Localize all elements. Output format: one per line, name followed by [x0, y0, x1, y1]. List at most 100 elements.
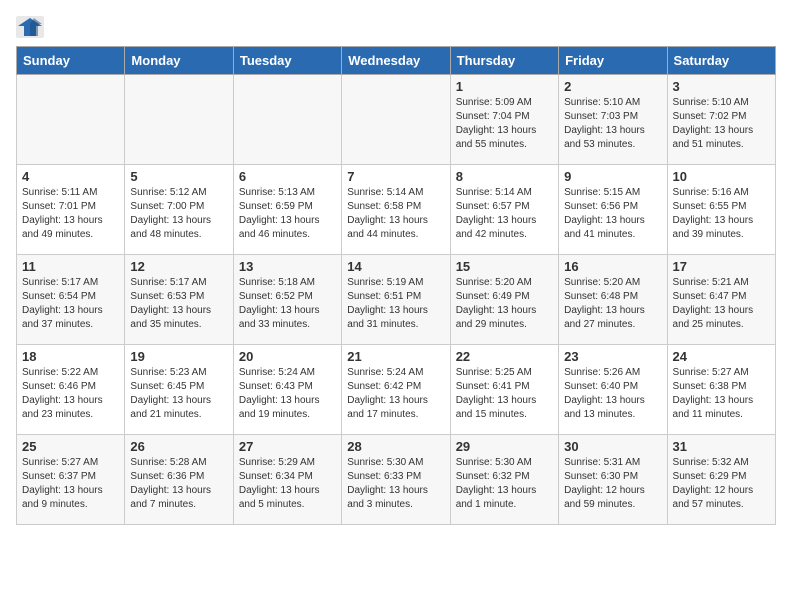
- header-row: SundayMondayTuesdayWednesdayThursdayFrid…: [17, 47, 776, 75]
- calendar-cell: 19 Sunrise: 5:23 AM Sunset: 6:45 PM Dayli…: [125, 345, 233, 435]
- cell-info: Sunrise: 5:14 AM Sunset: 6:57 PM Dayligh…: [456, 186, 553, 242]
- day-number: 24: [673, 349, 770, 364]
- day-number: 4: [22, 169, 119, 184]
- day-number: 5: [130, 169, 227, 184]
- day-header-saturday: Saturday: [667, 47, 775, 75]
- day-number: 30: [564, 439, 661, 454]
- cell-info: Sunrise: 5:31 AM Sunset: 6:30 PM Dayligh…: [564, 456, 661, 512]
- calendar-cell: 31 Sunrise: 5:32 AM Sunset: 6:29 PM Dayli…: [667, 435, 775, 525]
- day-number: 28: [347, 439, 444, 454]
- calendar-cell: 30 Sunrise: 5:31 AM Sunset: 6:30 PM Dayli…: [559, 435, 667, 525]
- calendar-cell: 18 Sunrise: 5:22 AM Sunset: 6:46 PM Dayli…: [17, 345, 125, 435]
- day-header-wednesday: Wednesday: [342, 47, 450, 75]
- cell-info: Sunrise: 5:16 AM Sunset: 6:55 PM Dayligh…: [673, 186, 770, 242]
- day-number: 12: [130, 259, 227, 274]
- calendar-cell: 20Sunrise: 5:24 AM Sunset: 6:43 PM Dayli…: [233, 345, 341, 435]
- week-row-4: 18 Sunrise: 5:22 AM Sunset: 6:46 PM Dayli…: [17, 345, 776, 435]
- cell-info: Sunrise: 5:15 AM Sunset: 6:56 PM Dayligh…: [564, 186, 661, 242]
- calendar-cell: 3 Sunrise: 5:10 AM Sunset: 7:02 PM Daylig…: [667, 75, 775, 165]
- calendar-cell: 24 Sunrise: 5:27 AM Sunset: 6:38 PM Dayli…: [667, 345, 775, 435]
- calendar-cell: [342, 75, 450, 165]
- calendar-cell: 4 Sunrise: 5:11 AM Sunset: 7:01 PM Daylig…: [17, 165, 125, 255]
- calendar-cell: 27 Sunrise: 5:29 AM Sunset: 6:34 PM Dayli…: [233, 435, 341, 525]
- cell-info: Sunrise: 5:23 AM Sunset: 6:45 PM Dayligh…: [130, 366, 227, 422]
- cell-info: Sunrise: 5:10 AM Sunset: 7:03 PM Dayligh…: [564, 96, 661, 152]
- day-number: 10: [673, 169, 770, 184]
- day-number: 3: [673, 79, 770, 94]
- day-number: 19: [130, 349, 227, 364]
- day-number: 6: [239, 169, 336, 184]
- cell-info: Sunrise: 5:10 AM Sunset: 7:02 PM Dayligh…: [673, 96, 770, 152]
- day-number: 27: [239, 439, 336, 454]
- cell-info: Sunrise: 5:32 AM Sunset: 6:29 PM Dayligh…: [673, 456, 770, 512]
- calendar-cell: 26Sunrise: 5:28 AM Sunset: 6:36 PM Dayli…: [125, 435, 233, 525]
- week-row-2: 4 Sunrise: 5:11 AM Sunset: 7:01 PM Daylig…: [17, 165, 776, 255]
- day-number: 1: [456, 79, 553, 94]
- day-number: 16: [564, 259, 661, 274]
- calendar-cell: 6 Sunrise: 5:13 AM Sunset: 6:59 PM Daylig…: [233, 165, 341, 255]
- header: [16, 16, 776, 38]
- cell-info: Sunrise: 5:20 AM Sunset: 6:48 PM Dayligh…: [564, 276, 661, 332]
- day-number: 9: [564, 169, 661, 184]
- day-number: 2: [564, 79, 661, 94]
- calendar-cell: 17 Sunrise: 5:21 AM Sunset: 6:47 PM Dayli…: [667, 255, 775, 345]
- cell-info: Sunrise: 5:20 AM Sunset: 6:49 PM Dayligh…: [456, 276, 553, 332]
- calendar-cell: 28 Sunrise: 5:30 AM Sunset: 6:33 PM Dayli…: [342, 435, 450, 525]
- day-number: 11: [22, 259, 119, 274]
- cell-info: Sunrise: 5:30 AM Sunset: 6:33 PM Dayligh…: [347, 456, 444, 512]
- cell-info: Sunrise: 5:21 AM Sunset: 6:47 PM Dayligh…: [673, 276, 770, 332]
- cell-info: Sunrise: 5:17 AM Sunset: 6:54 PM Dayligh…: [22, 276, 119, 332]
- cell-info: Sunrise: 5:18 AM Sunset: 6:52 PM Dayligh…: [239, 276, 336, 332]
- day-header-monday: Monday: [125, 47, 233, 75]
- cell-info: Sunrise: 5:22 AM Sunset: 6:46 PM Dayligh…: [22, 366, 119, 422]
- day-number: 29: [456, 439, 553, 454]
- calendar-cell: 25Sunrise: 5:27 AM Sunset: 6:37 PM Dayli…: [17, 435, 125, 525]
- calendar-cell: 10 Sunrise: 5:16 AM Sunset: 6:55 PM Dayli…: [667, 165, 775, 255]
- week-row-3: 11 Sunrise: 5:17 AM Sunset: 6:54 PM Dayli…: [17, 255, 776, 345]
- cell-info: Sunrise: 5:30 AM Sunset: 6:32 PM Dayligh…: [456, 456, 553, 512]
- cell-info: Sunrise: 5:12 AM Sunset: 7:00 PM Dayligh…: [130, 186, 227, 242]
- day-number: 18: [22, 349, 119, 364]
- cell-info: Sunrise: 5:14 AM Sunset: 6:58 PM Dayligh…: [347, 186, 444, 242]
- calendar-cell: 11 Sunrise: 5:17 AM Sunset: 6:54 PM Dayli…: [17, 255, 125, 345]
- calendar-cell: 5 Sunrise: 5:12 AM Sunset: 7:00 PM Daylig…: [125, 165, 233, 255]
- cell-info: Sunrise: 5:24 AM Sunset: 6:42 PM Dayligh…: [347, 366, 444, 422]
- day-header-tuesday: Tuesday: [233, 47, 341, 75]
- day-header-sunday: Sunday: [17, 47, 125, 75]
- day-header-thursday: Thursday: [450, 47, 558, 75]
- calendar-cell: 2 Sunrise: 5:10 AM Sunset: 7:03 PM Daylig…: [559, 75, 667, 165]
- cell-info: Sunrise: 5:29 AM Sunset: 6:34 PM Dayligh…: [239, 456, 336, 512]
- cell-info: Sunrise: 5:27 AM Sunset: 6:38 PM Dayligh…: [673, 366, 770, 422]
- cell-info: Sunrise: 5:19 AM Sunset: 6:51 PM Dayligh…: [347, 276, 444, 332]
- calendar-cell: 1Sunrise: 5:09 AM Sunset: 7:04 PM Daylig…: [450, 75, 558, 165]
- cell-info: Sunrise: 5:26 AM Sunset: 6:40 PM Dayligh…: [564, 366, 661, 422]
- calendar-cell: [17, 75, 125, 165]
- cell-info: Sunrise: 5:25 AM Sunset: 6:41 PM Dayligh…: [456, 366, 553, 422]
- cell-info: Sunrise: 5:27 AM Sunset: 6:37 PM Dayligh…: [22, 456, 119, 512]
- day-number: 21: [347, 349, 444, 364]
- day-number: 14: [347, 259, 444, 274]
- calendar-cell: 9 Sunrise: 5:15 AM Sunset: 6:56 PM Daylig…: [559, 165, 667, 255]
- logo: [16, 16, 48, 38]
- day-number: 20: [239, 349, 336, 364]
- day-number: 22: [456, 349, 553, 364]
- cell-info: Sunrise: 5:13 AM Sunset: 6:59 PM Dayligh…: [239, 186, 336, 242]
- calendar-cell: 15 Sunrise: 5:20 AM Sunset: 6:49 PM Dayli…: [450, 255, 558, 345]
- day-number: 15: [456, 259, 553, 274]
- calendar-table: SundayMondayTuesdayWednesdayThursdayFrid…: [16, 46, 776, 525]
- calendar-cell: 7 Sunrise: 5:14 AM Sunset: 6:58 PM Daylig…: [342, 165, 450, 255]
- day-number: 17: [673, 259, 770, 274]
- calendar-cell: 21 Sunrise: 5:24 AM Sunset: 6:42 PM Dayli…: [342, 345, 450, 435]
- day-number: 31: [673, 439, 770, 454]
- day-number: 13: [239, 259, 336, 274]
- calendar-cell: 13 Sunrise: 5:18 AM Sunset: 6:52 PM Dayli…: [233, 255, 341, 345]
- calendar-cell: 22 Sunrise: 5:25 AM Sunset: 6:41 PM Dayli…: [450, 345, 558, 435]
- cell-info: Sunrise: 5:11 AM Sunset: 7:01 PM Dayligh…: [22, 186, 119, 242]
- calendar-cell: 23Sunrise: 5:26 AM Sunset: 6:40 PM Dayli…: [559, 345, 667, 435]
- cell-info: Sunrise: 5:28 AM Sunset: 6:36 PM Dayligh…: [130, 456, 227, 512]
- calendar-cell: 16 Sunrise: 5:20 AM Sunset: 6:48 PM Dayli…: [559, 255, 667, 345]
- day-number: 8: [456, 169, 553, 184]
- calendar-cell: 29 Sunrise: 5:30 AM Sunset: 6:32 PM Dayli…: [450, 435, 558, 525]
- calendar-cell: 8 Sunrise: 5:14 AM Sunset: 6:57 PM Daylig…: [450, 165, 558, 255]
- day-number: 7: [347, 169, 444, 184]
